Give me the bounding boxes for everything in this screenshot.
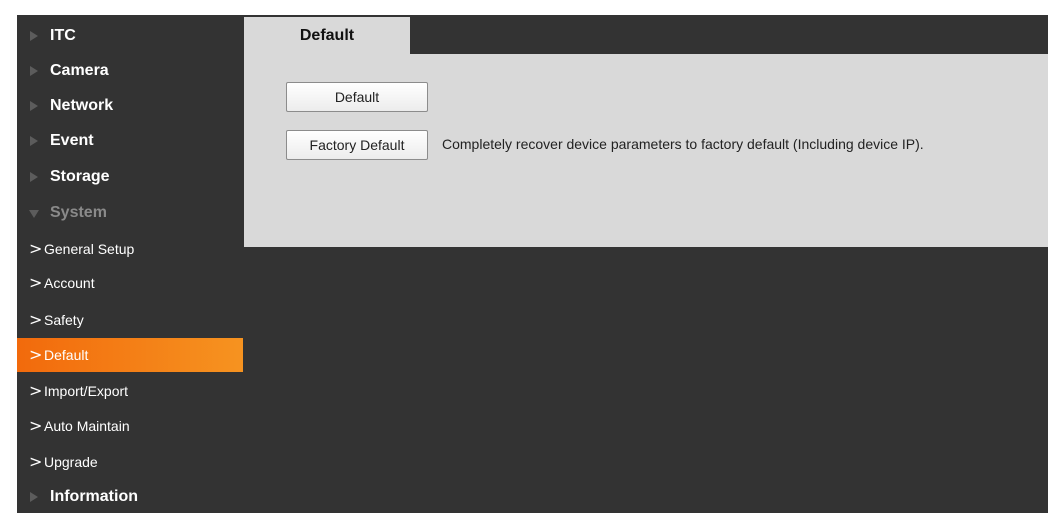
sidebar-subitem-label: Import/Export [44, 383, 129, 399]
tab-default[interactable]: Default [244, 17, 410, 54]
sidebar-subitem-label: Upgrade [44, 454, 98, 470]
sidebar-item-label: ITC [50, 27, 76, 44]
factory-default-description: Completely recover device parameters to … [442, 136, 924, 152]
sidebar-subitem-upgrade[interactable]: > Upgrade [17, 445, 243, 479]
sidebar-item-label: Event [50, 132, 94, 149]
chevron-right-icon: > [29, 345, 43, 364]
chevron-right-icon: > [29, 273, 43, 292]
sidebar-subitem-auto-maintain[interactable]: > Auto Maintain [17, 409, 243, 443]
sidebar-subitem-label: Account [44, 275, 95, 291]
chevron-right-icon: > [29, 416, 43, 435]
sidebar-item-label: Camera [50, 62, 109, 79]
sidebar-item-label: Storage [50, 168, 110, 185]
sidebar-subitem-account[interactable]: > Account [17, 266, 243, 300]
sidebar-subitem-import-export[interactable]: > Import/Export [17, 374, 243, 408]
triangle-right-icon [30, 101, 38, 111]
triangle-right-icon [30, 31, 38, 41]
triangle-right-icon [30, 66, 38, 76]
sidebar-subitem-safety[interactable]: > Safety [17, 303, 243, 337]
sidebar-subitem-label: Auto Maintain [44, 418, 130, 434]
default-button[interactable]: Default [286, 82, 428, 112]
sidebar-subitem-general-setup[interactable]: > General Setup [17, 232, 243, 266]
chevron-right-icon: > [29, 452, 43, 471]
sidebar-item-network[interactable]: Network [17, 89, 243, 123]
triangle-right-icon [30, 136, 38, 146]
triangle-right-icon [30, 492, 38, 502]
sidebar-item-label: Information [50, 488, 138, 505]
sidebar: ITC Camera Network Event Storage System … [17, 15, 243, 513]
sidebar-item-label: Network [50, 97, 114, 114]
sidebar-subitem-default[interactable]: > Default [17, 338, 243, 372]
chevron-right-icon: > [29, 381, 43, 400]
chevron-right-icon: > [29, 239, 43, 258]
app-window: ITC Camera Network Event Storage System … [17, 15, 1048, 513]
sidebar-item-system[interactable]: System [17, 196, 243, 230]
sidebar-subitem-label: Default [44, 347, 89, 363]
sidebar-item-itc[interactable]: ITC [17, 19, 243, 53]
sidebar-item-label: System [50, 204, 107, 221]
sidebar-item-camera[interactable]: Camera [17, 54, 243, 88]
chevron-right-icon: > [29, 310, 43, 329]
sidebar-item-event[interactable]: Event [17, 124, 243, 158]
sidebar-subitem-label: General Setup [44, 241, 135, 257]
sidebar-item-information[interactable]: Information [17, 480, 243, 514]
triangle-down-icon [29, 210, 39, 218]
default-settings-panel: Default Factory Default Completely recov… [244, 54, 1048, 247]
sidebar-item-storage[interactable]: Storage [17, 160, 243, 194]
factory-default-button[interactable]: Factory Default [286, 130, 428, 160]
triangle-right-icon [30, 172, 38, 182]
sidebar-subitem-label: Safety [44, 312, 84, 328]
